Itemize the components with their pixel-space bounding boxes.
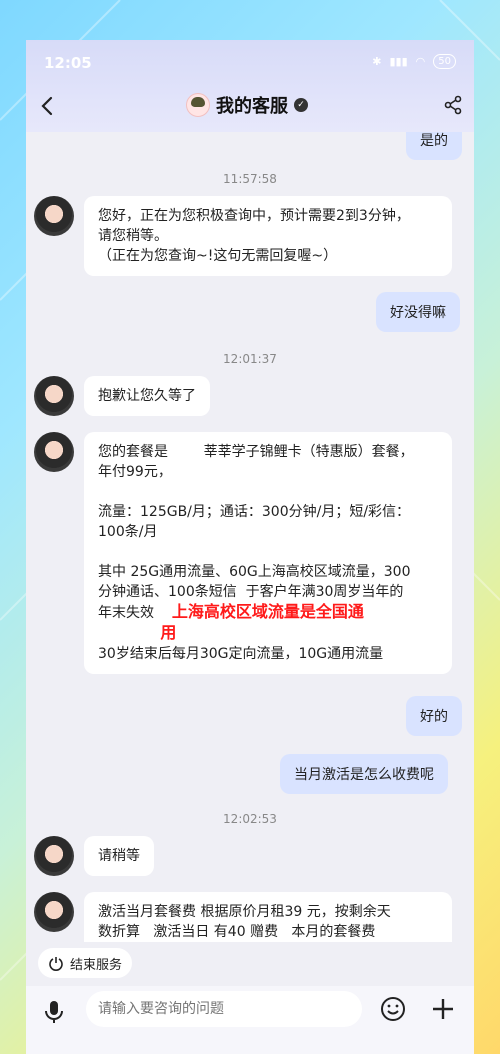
- message-line: 100条/月: [98, 524, 158, 540]
- chat-area[interactable]: 是的 11:57:58 您好，正在为您积极查询中，预计需要2到3分钟， 请您稍等…: [26, 132, 474, 942]
- message-line: （正在为您查询~!这句无需回复喔~）: [98, 248, 338, 264]
- share-icon[interactable]: [442, 94, 464, 116]
- message-line: 您好，正在为您积极查询中，预计需要2到3分钟，: [98, 208, 410, 224]
- title-area: 我的客服 ✓: [186, 92, 308, 118]
- message-line: 30岁结束后每月30G定向流量，10G通用流量: [98, 646, 384, 662]
- agent-avatar: [34, 432, 74, 472]
- message-line: 激活当月套餐费 根据原价月租39 元，按剩余天: [98, 904, 391, 920]
- highlight-note: 上海高校区域流量是全国通: [171, 602, 364, 621]
- header: 12:05 ✱ ▮▮▮ ◠ 50 我的客服 ✓: [26, 40, 474, 132]
- timestamp: 11:57:58: [223, 172, 277, 186]
- message-line: 年末失效: [98, 605, 154, 621]
- input-bar: [26, 986, 474, 1054]
- message-right: 是的: [406, 132, 462, 160]
- message-left-package: 您的套餐是 莘莘学子锦鲤卡（特惠版）套餐， 年付99元， 流量：125GB/月；…: [84, 432, 452, 674]
- message-line: 其中 25G通用流量、60G上海高校区域流量，300: [98, 564, 411, 580]
- service-avatar-icon: [186, 93, 210, 117]
- timestamp: 12:01:37: [223, 352, 277, 366]
- message-line: 分钟通话、100条短信 于客户年满30周岁当年的: [98, 584, 404, 600]
- timestamp: 12:02:53: [223, 812, 277, 826]
- message-left: 激活当月套餐费 根据原价月租39 元，按剩余天 数折算 激活当日 有40 赠费 …: [84, 892, 452, 942]
- agent-avatar: [34, 836, 74, 876]
- nav-bar: 我的客服 ✓: [26, 86, 474, 126]
- message-line: 您的套餐是 莘莘学子锦鲤卡（特惠版）套餐，: [98, 444, 414, 460]
- verified-icon: ✓: [294, 98, 308, 112]
- bluetooth-icon: ✱: [372, 55, 382, 68]
- message-left: 抱歉让您久等了: [84, 376, 210, 416]
- message-left: 请稍等: [84, 836, 154, 876]
- page-title: 我的客服: [216, 96, 288, 117]
- message-line: 流量：125GB/月；通话：300分钟/月；短/彩信：: [98, 504, 411, 520]
- message-right: 好的: [406, 696, 462, 736]
- microphone-icon[interactable]: [40, 998, 68, 1026]
- battery-icon: 50: [433, 54, 456, 69]
- status-time: 12:05: [44, 54, 92, 72]
- message-line: 年付99元，: [98, 464, 172, 480]
- agent-avatar: [34, 196, 74, 236]
- highlight-note: 用: [160, 623, 177, 642]
- app-window: 12:05 ✱ ▮▮▮ ◠ 50 我的客服 ✓ 是的 11:57:58 您好，正…: [26, 40, 474, 1054]
- back-arrow-icon[interactable]: [34, 92, 62, 120]
- message-left: 您好，正在为您积极查询中，预计需要2到3分钟， 请您稍等。 （正在为您查询~!这…: [84, 196, 452, 276]
- emoji-icon[interactable]: [378, 994, 408, 1024]
- end-service-button[interactable]: 结束服务: [38, 948, 133, 978]
- bottom-panel: 结束服务: [26, 942, 474, 1054]
- wifi-icon: ◠: [415, 55, 426, 68]
- agent-avatar: [34, 376, 74, 416]
- message-right: 当月激活是怎么收费呢: [280, 754, 448, 794]
- message-right: 好没得嘛: [376, 292, 460, 332]
- message-line: 请您稍等。: [98, 228, 168, 244]
- question-input[interactable]: [86, 991, 362, 1027]
- plus-icon[interactable]: [428, 994, 458, 1024]
- agent-avatar: [34, 892, 74, 932]
- power-icon: [49, 957, 63, 971]
- message-line: 数折算 激活当日 有40 赠费 本月的套餐费: [98, 924, 376, 940]
- end-service-label: 结束服务: [70, 957, 123, 973]
- signal-icon: ▮▮▮: [389, 55, 408, 68]
- status-icons: ✱ ▮▮▮ ◠ 50: [372, 54, 456, 69]
